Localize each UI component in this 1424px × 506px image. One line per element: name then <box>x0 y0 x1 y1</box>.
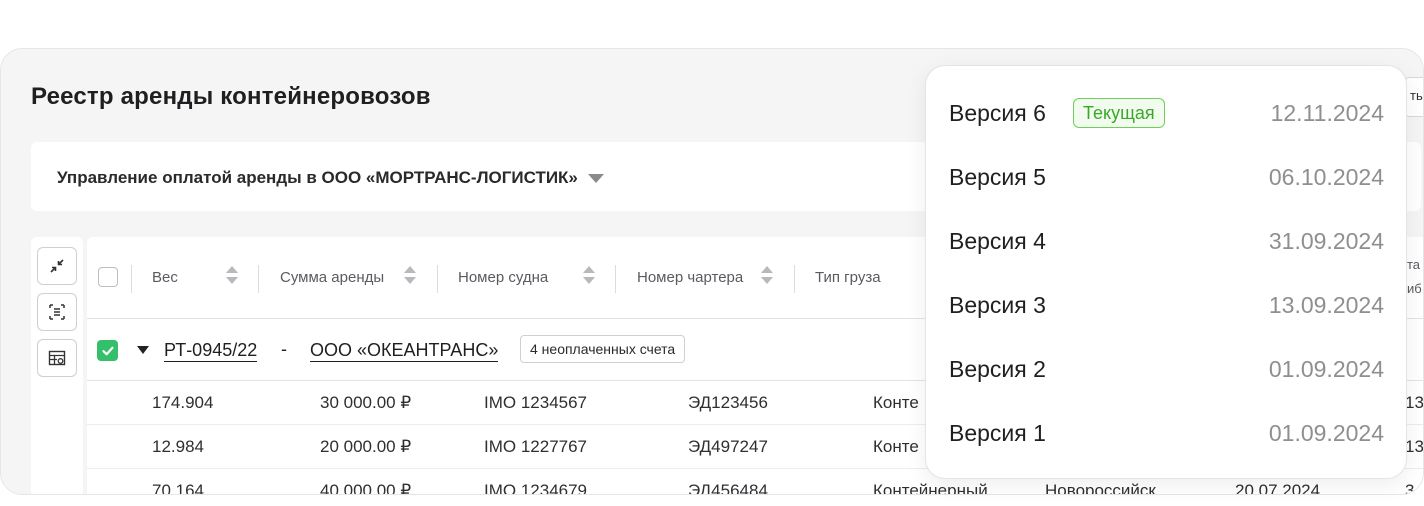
cell-vessel: IMO 1234679 <box>484 481 588 495</box>
versions-popover: Версия 6 Текущая 12.11.2024 Версия 5 06.… <box>925 65 1407 479</box>
table-settings-button[interactable] <box>37 339 77 377</box>
header-divider <box>437 265 438 293</box>
header-divider <box>131 265 132 293</box>
current-version-badge: Текущая <box>1073 98 1165 128</box>
cell-date: 20.07.2024 <box>1235 481 1321 495</box>
version-date: 01.09.2024 <box>1268 356 1384 382</box>
cell-weight: 12.984 <box>152 437 204 456</box>
cell-cargo: Конте <box>873 437 919 456</box>
version-item-5[interactable]: Версия 5 06.10.2024 <box>926 144 1408 208</box>
collapse-icon <box>50 259 64 273</box>
header-divider <box>615 265 616 293</box>
page-title: Реестр аренды контейнеровозов <box>31 83 431 110</box>
version-item-3[interactable]: Версия 3 13.09.2024 <box>926 272 1408 336</box>
cell-amount: 30 000.00 ₽ <box>320 393 412 412</box>
cell-amount: 40 000.00 ₽ <box>320 481 412 495</box>
cell-weight: 70.164 <box>152 481 204 495</box>
version-item-1[interactable]: Версия 1 01.09.2024 <box>926 400 1408 464</box>
version-date: 12.11.2024 <box>1270 100 1384 126</box>
header-charter[interactable]: Номер чартера <box>637 269 743 286</box>
version-label: Версия 3 <box>949 292 1046 318</box>
header-edge-line-1: та <box>1407 257 1421 272</box>
unpaid-badge: 4 неоплаченных счета <box>520 335 686 363</box>
sort-icon[interactable] <box>404 265 416 287</box>
sort-icon[interactable] <box>583 265 595 287</box>
header-cargo[interactable]: Тип груза <box>815 269 881 286</box>
sort-icon[interactable] <box>761 265 773 287</box>
version-date: 13.09.2024 <box>1268 292 1384 318</box>
cell-cargo: Контейнерный <box>873 481 988 495</box>
fit-rows-button[interactable] <box>37 293 77 331</box>
cell-charter: ЭД123456 <box>688 393 768 412</box>
version-label: Версия 6 <box>949 100 1046 126</box>
version-label: Версия 2 <box>949 356 1046 382</box>
cell-edge: 3 <box>1405 481 1415 495</box>
fit-rows-icon <box>49 304 65 320</box>
expand-caret-icon[interactable] <box>137 346 149 354</box>
cell-amount: 20 000.00 ₽ <box>320 437 412 456</box>
header-vessel[interactable]: Номер судна <box>458 269 548 286</box>
check-icon <box>101 346 114 355</box>
company-select[interactable]: Управление оплатой аренды в ООО «МОРТРАН… <box>57 168 604 188</box>
collapse-button[interactable] <box>37 247 77 285</box>
sort-icon[interactable] <box>226 265 238 287</box>
cell-weight: 174.904 <box>152 393 214 412</box>
group-code-link[interactable]: РТ-0945/22 <box>164 339 258 362</box>
version-item-2[interactable]: Версия 2 01.09.2024 <box>926 336 1408 400</box>
caret-down-icon <box>587 173 604 183</box>
select-all-checkbox[interactable] <box>98 267 118 287</box>
version-date: 06.10.2024 <box>1268 164 1384 190</box>
cell-cargo: Конте <box>873 393 919 412</box>
version-label: Версия 4 <box>949 228 1046 254</box>
cell-vessel: IMO 1234567 <box>484 393 588 412</box>
header-edge-line-2: иб <box>1407 281 1422 296</box>
cell-vessel: IMO 1227767 <box>484 437 588 456</box>
group-company-link[interactable]: ООО «ОКЕАНТРАНС» <box>310 339 499 362</box>
group-separator: - <box>281 339 287 359</box>
version-date: 31.09.2024 <box>1268 228 1384 254</box>
header-amount[interactable]: Сумма аренды <box>280 269 384 286</box>
version-label: Версия 5 <box>949 164 1046 190</box>
header-divider <box>794 265 795 293</box>
header-weight[interactable]: Вес <box>152 269 178 286</box>
cell-port: Новороссийск <box>1045 481 1156 495</box>
version-label: Версия 1 <box>949 420 1046 446</box>
table-settings-icon <box>48 350 66 366</box>
group-checkbox[interactable] <box>97 340 118 361</box>
cell-charter: ЭД497247 <box>688 437 768 456</box>
header-divider <box>258 265 259 293</box>
version-date: 01.09.2024 <box>1268 420 1384 446</box>
table-toolbar <box>31 237 83 494</box>
cell-charter: ЭД456484 <box>688 481 768 495</box>
version-item-6[interactable]: Версия 6 Текущая 12.11.2024 <box>926 80 1408 144</box>
company-select-value: Управление оплатой аренды в ООО «МОРТРАН… <box>57 168 578 187</box>
version-item-4[interactable]: Версия 4 31.09.2024 <box>926 208 1408 272</box>
